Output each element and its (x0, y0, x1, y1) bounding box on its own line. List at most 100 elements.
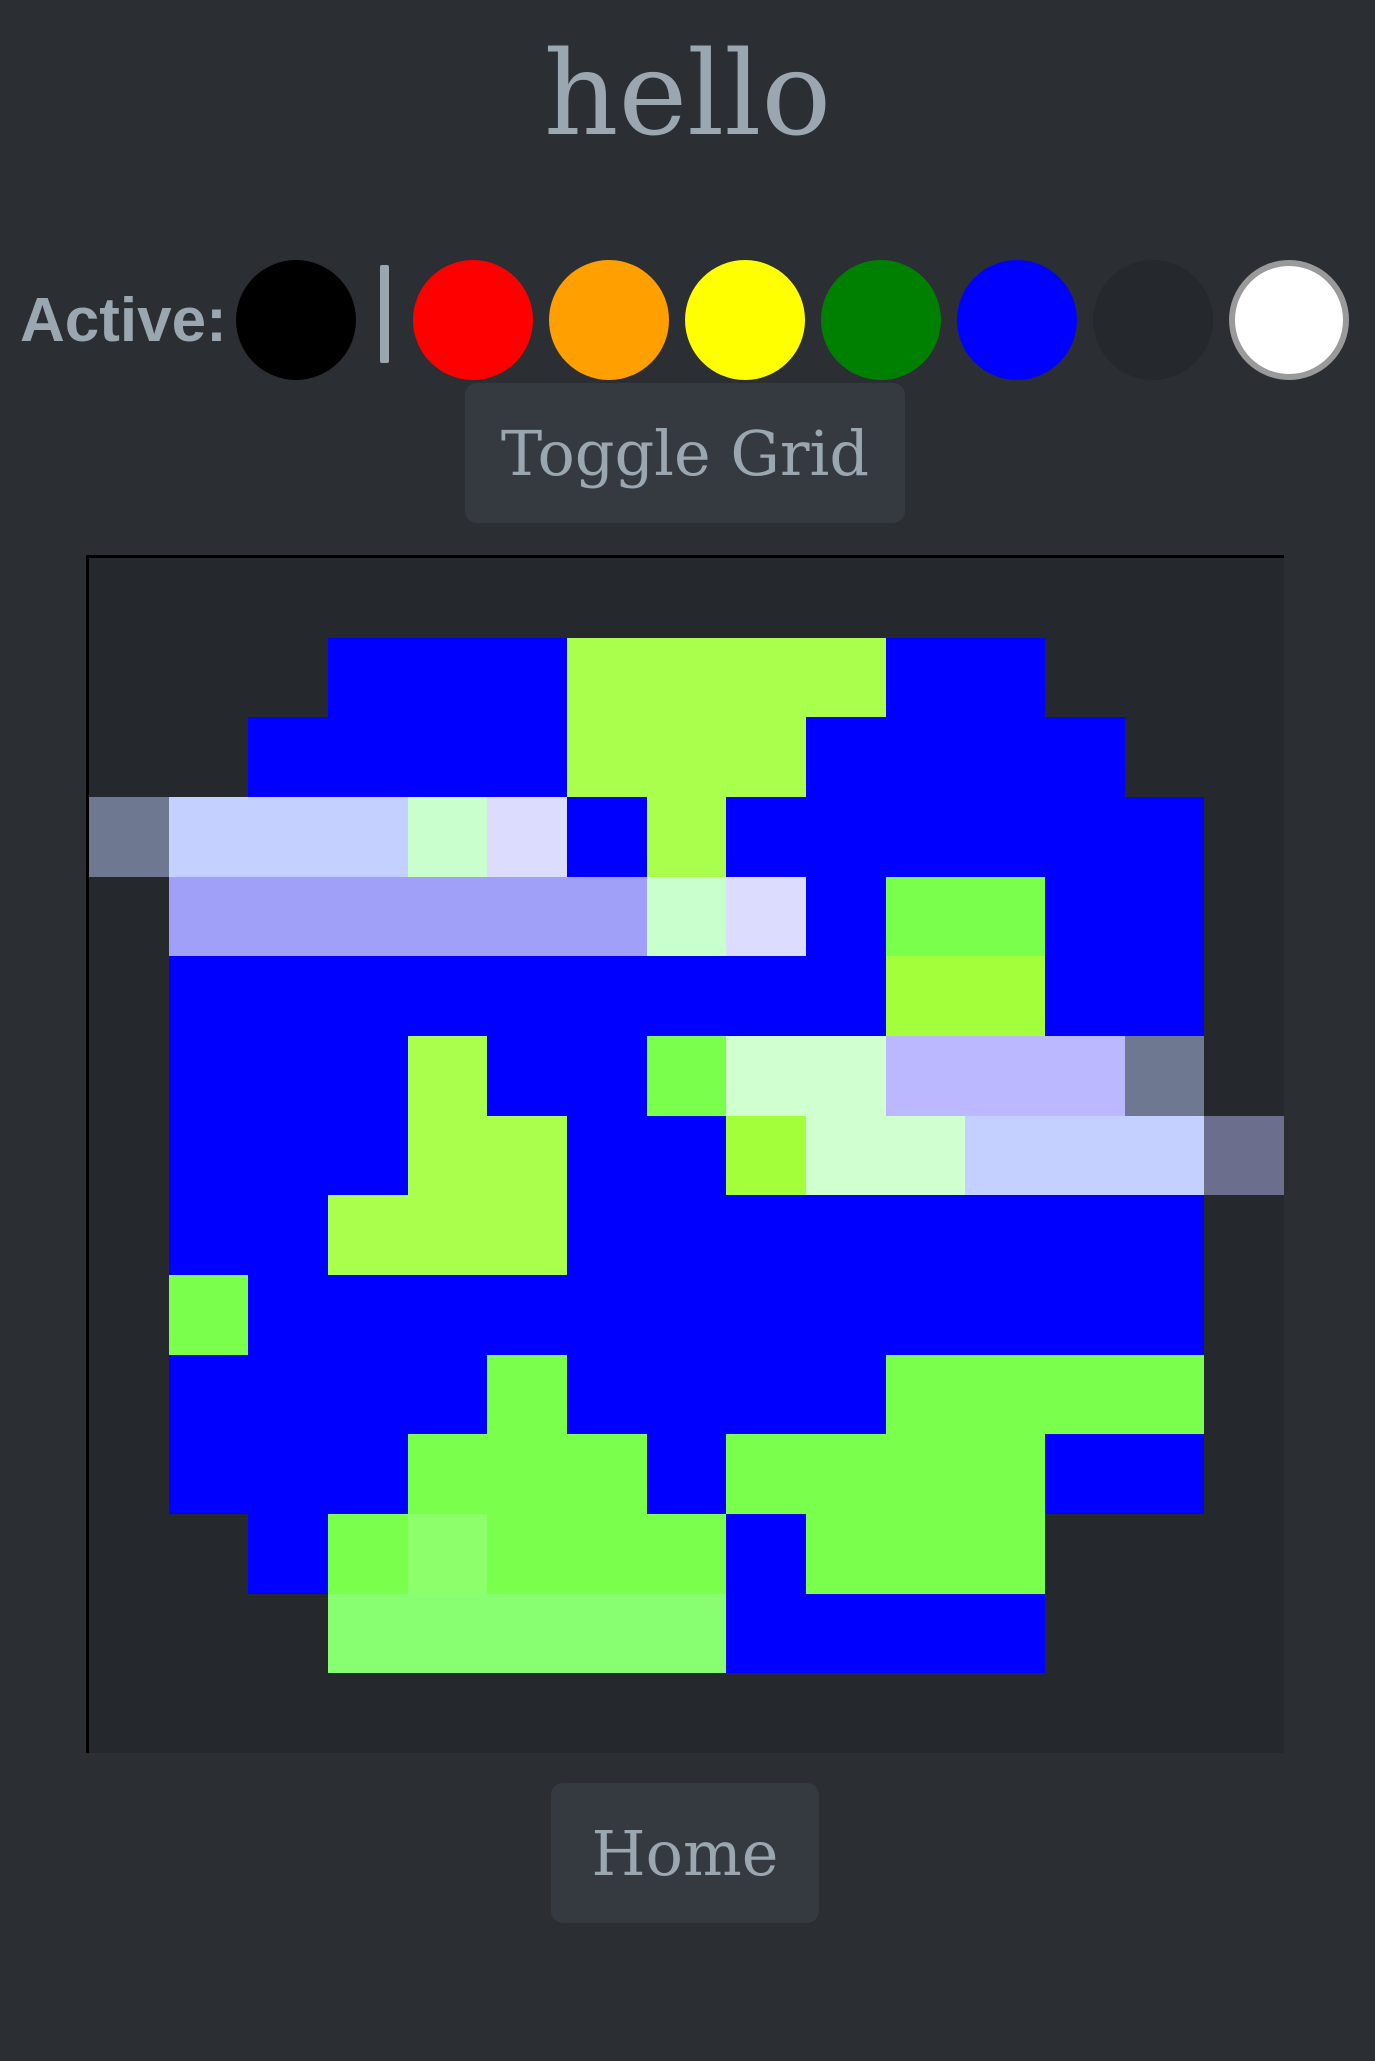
pixel-cell[interactable] (965, 1035, 1045, 1116)
pixel-cell[interactable] (407, 1673, 488, 1753)
pixel-cell[interactable] (885, 1673, 966, 1753)
pixel-cell[interactable] (646, 796, 727, 877)
pixel-cell[interactable] (168, 1354, 249, 1435)
pixel-cell[interactable] (248, 1115, 328, 1196)
pixel-cell[interactable] (805, 1115, 886, 1196)
pixel-cell[interactable] (89, 558, 169, 638)
pixel-cell[interactable] (646, 876, 727, 957)
pixel-cell[interactable] (1124, 1354, 1205, 1435)
pixel-cell[interactable] (248, 1354, 328, 1435)
pixel-cell[interactable] (327, 558, 408, 638)
pixel-cell[interactable] (566, 717, 647, 797)
color-swatch-white[interactable] (1229, 260, 1349, 380)
pixel-cell[interactable] (885, 1354, 966, 1435)
pixel-cell[interactable] (1124, 1035, 1205, 1116)
pixel-cell[interactable] (965, 1354, 1045, 1435)
pixel-cell[interactable] (726, 1513, 806, 1594)
pixel-cell[interactable] (327, 1354, 408, 1435)
pixel-cell[interactable] (327, 796, 408, 877)
pixel-cell[interactable] (965, 1673, 1045, 1753)
pixel-cell[interactable] (566, 1434, 647, 1514)
pixel-cell[interactable] (487, 1115, 567, 1196)
pixel-cell[interactable] (566, 1195, 647, 1275)
pixel-cell[interactable] (168, 1673, 249, 1753)
pixel-cell[interactable] (168, 1593, 249, 1674)
pixel-cell[interactable] (407, 796, 488, 877)
pixel-cell[interactable] (1204, 1035, 1284, 1116)
pixel-cell[interactable] (1124, 1115, 1205, 1196)
pixel-cell[interactable] (566, 1274, 647, 1355)
pixel-cell[interactable] (168, 1434, 249, 1514)
pixel-cell[interactable] (805, 637, 886, 718)
pixel-cell[interactable] (805, 1593, 886, 1674)
pixel-cell[interactable] (168, 558, 249, 638)
pixel-cell[interactable] (168, 876, 249, 957)
pixel-cell[interactable] (726, 637, 806, 718)
color-swatch-dark[interactable] (1093, 260, 1213, 380)
pixel-cell[interactable] (805, 876, 886, 957)
pixel-cell[interactable] (327, 876, 408, 957)
pixel-cell[interactable] (248, 1673, 328, 1753)
pixel-cell[interactable] (566, 876, 647, 957)
pixel-cell[interactable] (885, 876, 966, 957)
pixel-cell[interactable] (566, 1593, 647, 1674)
pixel-cell[interactable] (407, 558, 488, 638)
pixel-cell[interactable] (89, 796, 169, 877)
pixel-canvas[interactable] (89, 558, 1284, 1753)
pixel-cell[interactable] (965, 1115, 1045, 1196)
pixel-cell[interactable] (1204, 956, 1284, 1036)
pixel-cell[interactable] (487, 1035, 567, 1116)
pixel-cell[interactable] (248, 558, 328, 638)
pixel-cell[interactable] (726, 558, 806, 638)
pixel-cell[interactable] (1124, 558, 1205, 638)
pixel-cell[interactable] (248, 1513, 328, 1594)
pixel-cell[interactable] (726, 876, 806, 957)
pixel-cell[interactable] (327, 1434, 408, 1514)
pixel-cell[interactable] (1124, 1593, 1205, 1674)
pixel-cell[interactable] (407, 876, 488, 957)
pixel-cell[interactable] (168, 1115, 249, 1196)
pixel-cell[interactable] (726, 1593, 806, 1674)
pixel-cell[interactable] (965, 956, 1045, 1036)
pixel-cell[interactable] (407, 1354, 488, 1435)
pixel-cell[interactable] (168, 637, 249, 718)
color-swatch-blue[interactable] (957, 260, 1077, 380)
pixel-cell[interactable] (248, 637, 328, 718)
pixel-cell[interactable] (726, 1115, 806, 1196)
pixel-cell[interactable] (487, 876, 567, 957)
pixel-cell[interactable] (1204, 637, 1284, 718)
pixel-cell[interactable] (646, 1195, 727, 1275)
pixel-cell[interactable] (1044, 1434, 1125, 1514)
pixel-cell[interactable] (89, 1434, 169, 1514)
pixel-cell[interactable] (487, 1673, 567, 1753)
pixel-cell[interactable] (726, 1195, 806, 1275)
pixel-cell[interactable] (965, 876, 1045, 957)
pixel-cell[interactable] (965, 1195, 1045, 1275)
pixel-cell[interactable] (487, 796, 567, 877)
pixel-cell[interactable] (1044, 1115, 1125, 1196)
pixel-cell[interactable] (1204, 1274, 1284, 1355)
pixel-cell[interactable] (89, 1513, 169, 1594)
toggle-grid-button[interactable]: Toggle Grid (465, 383, 905, 523)
pixel-cell[interactable] (327, 956, 408, 1036)
pixel-cell[interactable] (407, 1434, 488, 1514)
pixel-cell[interactable] (407, 1035, 488, 1116)
pixel-cell[interactable] (885, 717, 966, 797)
pixel-cell[interactable] (726, 1035, 806, 1116)
pixel-cell[interactable] (1044, 637, 1125, 718)
pixel-cell[interactable] (646, 1354, 727, 1435)
pixel-cell[interactable] (1124, 956, 1205, 1036)
pixel-cell[interactable] (965, 637, 1045, 718)
pixel-cell[interactable] (327, 1513, 408, 1594)
pixel-cell[interactable] (89, 717, 169, 797)
pixel-cell[interactable] (885, 956, 966, 1036)
pixel-cell[interactable] (407, 1274, 488, 1355)
pixel-cell[interactable] (726, 1274, 806, 1355)
pixel-cell[interactable] (965, 796, 1045, 877)
pixel-cell[interactable] (487, 1274, 567, 1355)
pixel-cell[interactable] (805, 1513, 886, 1594)
pixel-cell[interactable] (646, 1274, 727, 1355)
color-swatch-orange[interactable] (549, 260, 669, 380)
home-button[interactable]: Home (551, 1783, 819, 1923)
pixel-cell[interactable] (1204, 1513, 1284, 1594)
